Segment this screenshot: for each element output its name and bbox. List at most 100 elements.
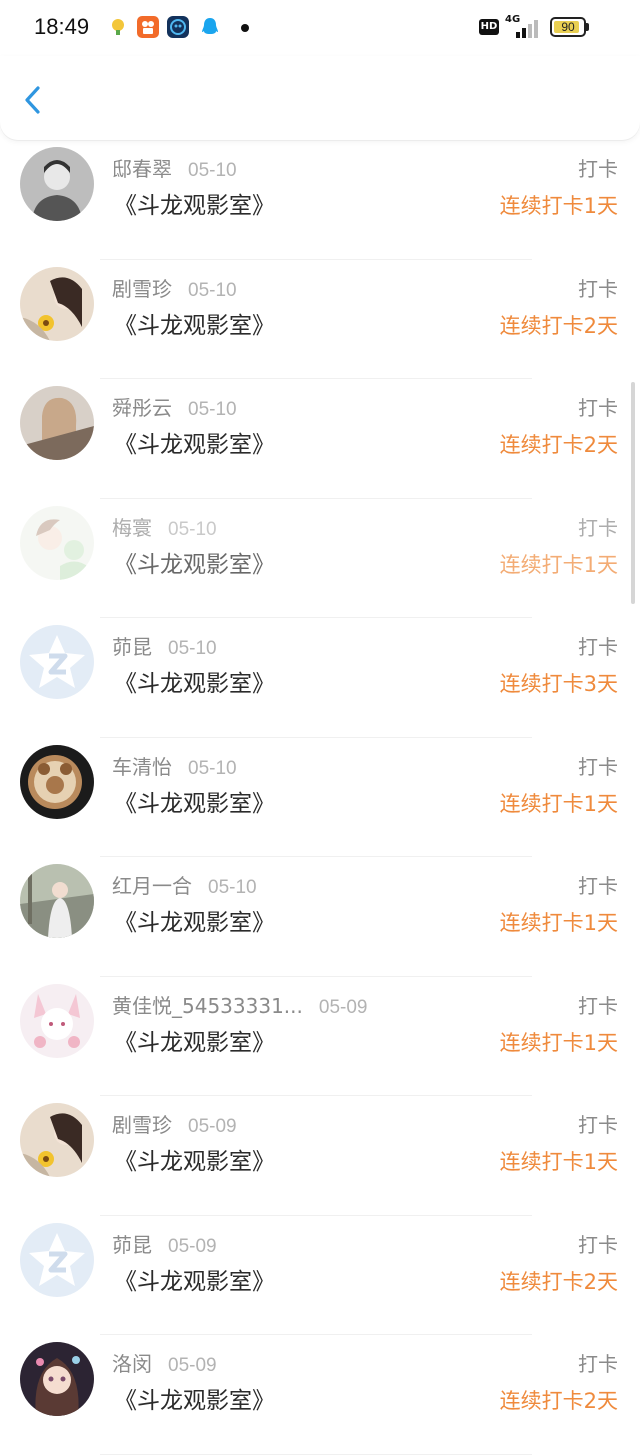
trophy-app-icon [107, 16, 129, 38]
checkin-date: 05-09 [168, 1235, 217, 1257]
checkin-date: 05-10 [188, 757, 237, 779]
streak-label: 连续打卡1天 [499, 1150, 618, 1174]
status-bar: 18:49 HD 4G 90 [0, 0, 640, 56]
user-name[interactable]: 剧雪珍 05-10 [112, 273, 237, 302]
list-item[interactable]: 茆昆 05-10 《斗龙观影室》 打卡 连续打卡3天 [0, 618, 640, 738]
checkin-title[interactable]: 《斗龙观影室》 [114, 545, 275, 579]
avatar[interactable] [20, 386, 94, 460]
streak-label: 连续打卡1天 [499, 911, 618, 935]
user-name[interactable]: 洛闵 05-09 [112, 1348, 217, 1377]
list-item[interactable]: 邸春翠 05-10 《斗龙观影室》 打卡连续打卡1天 [0, 140, 640, 260]
checkin-title[interactable]: 《斗龙观影室》 [114, 784, 275, 818]
checkin-date: 05-09 [168, 1355, 217, 1376]
signal-icon [516, 20, 538, 38]
list-item[interactable]: 车清怡 05-10 《斗龙观影室》 打卡连续打卡1天 [0, 738, 640, 857]
avatar[interactable] [20, 1103, 94, 1177]
checkin-title[interactable]: 《斗龙观影室》 [114, 664, 275, 698]
streak-label: 连续打卡1天 [499, 552, 618, 577]
user-name-text: 茆昆 [112, 635, 152, 659]
user-name-text: 黄佳悦_54533331... [112, 993, 303, 1018]
avatar[interactable] [20, 864, 94, 938]
checkin-date: 05-10 [188, 279, 237, 301]
battery-level: 90 [561, 20, 575, 34]
chevron-left-icon [25, 86, 40, 114]
streak-label: 连续打卡1天 [499, 194, 618, 218]
user-name[interactable]: 红月一合 05-10 [112, 870, 257, 899]
user-name[interactable]: 车清怡 05-10 [112, 751, 237, 780]
checkin-tag: 打卡 [578, 515, 618, 540]
user-name-text: 舜彤云 [112, 396, 172, 420]
streak-label: 连续打卡2天 [499, 433, 618, 457]
user-name[interactable]: 邸春翠 05-10 [112, 153, 237, 182]
checkin-tag: 打卡 [578, 396, 618, 420]
checkin-tag: 打卡 [578, 874, 618, 898]
checkin-tag: 打卡 [578, 157, 618, 181]
user-name[interactable]: 茆昆 05-09 [112, 1229, 217, 1258]
list-item[interactable]: 茆昆 05-09 《斗龙观影室》 打卡连续打卡2天 [0, 1216, 640, 1335]
user-name[interactable]: 梅寰 05-10 [112, 512, 217, 541]
user-name-text: 车清怡 [112, 754, 172, 779]
checkin-tag: 打卡 [578, 754, 618, 779]
user-name[interactable]: 茆昆 05-10 [112, 631, 217, 660]
user-name-text: 红月一合 [112, 874, 192, 898]
robot-app-icon [167, 16, 189, 38]
checkin-tag: 打卡 [578, 1113, 618, 1137]
checkin-date: 05-10 [188, 399, 237, 420]
avatar[interactable] [20, 744, 94, 819]
user-name[interactable]: 黄佳悦_54533331... 05-09 [112, 990, 367, 1019]
streak-label: 连续打卡2天 [499, 313, 618, 338]
checkin-tag: 打卡 [578, 993, 618, 1018]
checkin-title[interactable]: 《斗龙观影室》 [114, 1262, 275, 1296]
divider [100, 1453, 532, 1455]
kuaishou-app-icon [137, 16, 159, 38]
user-name-text: 梅寰 [112, 515, 152, 540]
list-item[interactable]: 黄佳悦_54533331... 05-09 《斗龙观影室》 打卡连续打卡1天 [0, 977, 640, 1096]
checkin-title[interactable]: 《斗龙观影室》 [114, 1023, 275, 1057]
checkin-title[interactable]: 《斗龙观影室》 [114, 425, 275, 459]
status-time: 18:49 [34, 14, 90, 39]
avatar[interactable] [20, 505, 94, 580]
user-name[interactable]: 舜彤云 05-10 [112, 392, 237, 421]
battery-cap [586, 23, 589, 31]
streak-label: 连续打卡3天 [499, 672, 618, 696]
top-nav-bar [0, 56, 640, 140]
checkin-title[interactable]: 《斗龙观影室》 [114, 1381, 275, 1415]
user-name[interactable]: 剧雪珍 05-09 [112, 1109, 237, 1138]
notification-dot-icon [241, 24, 249, 32]
streak-label: 连续打卡1天 [499, 791, 618, 816]
streak-label: 连续打卡2天 [499, 1269, 618, 1294]
list-item[interactable]: 剧雪珍 05-09 《斗龙观影室》 打卡连续打卡1天 [0, 1096, 640, 1216]
default-avatar-icon[interactable] [20, 1222, 94, 1297]
user-name-text: 邸春翠 [112, 157, 172, 181]
list-item[interactable]: 洛闵 05-09 《斗龙观影室》 打卡 连续打卡2天 [0, 1335, 640, 1455]
list-item[interactable]: 剧雪珍 05-10 《斗龙观影室》 打卡连续打卡2天 [0, 260, 640, 379]
checkin-title[interactable]: 《斗龙观影室》 [114, 1142, 275, 1176]
streak-label: 连续打卡1天 [499, 1030, 618, 1055]
user-name-text: 剧雪珍 [112, 276, 172, 301]
avatar[interactable] [20, 266, 94, 341]
battery-icon: 90 [550, 17, 586, 37]
avatar[interactable] [20, 147, 94, 221]
default-avatar-icon[interactable] [20, 625, 94, 699]
qq-app-icon [199, 16, 221, 38]
hd-badge: HD [479, 19, 499, 35]
checkin-tag: 打卡 [578, 276, 618, 301]
scrollbar[interactable] [631, 382, 635, 604]
back-button[interactable] [18, 80, 50, 120]
checkin-list: 邸春翠 05-10 《斗龙观影室》 打卡 连续打卡1天 剧雪珍 05-10 《斗龙观影室》 打卡… [0, 140, 640, 1455]
avatar[interactable] [20, 983, 94, 1058]
checkin-date: 05-09 [318, 996, 368, 1018]
checkin-date: 05-10 [168, 518, 217, 540]
checkin-date: 05-10 [168, 638, 217, 659]
checkin-date: 05-10 [188, 160, 237, 181]
checkin-tag: 打卡 [578, 1232, 618, 1257]
streak-label: 连续打卡2天 [499, 1389, 618, 1413]
avatar[interactable] [20, 1342, 94, 1416]
checkin-title[interactable]: 《斗龙观影室》 [114, 186, 275, 220]
list-item[interactable]: 红月一合 05-10 《斗龙观影室》 打卡连续打卡1天 [0, 857, 640, 977]
list-item[interactable]: 舜彤云 05-10 《斗龙观影室》 打卡连续打卡2天 [0, 379, 640, 499]
checkin-date: 05-10 [208, 877, 257, 898]
checkin-title[interactable]: 《斗龙观影室》 [114, 306, 275, 340]
checkin-title[interactable]: 《斗龙观影室》 [114, 903, 275, 937]
list-item[interactable]: 梅寰 05-10 《斗龙观影室》 打卡连续打卡1天 [0, 499, 640, 618]
